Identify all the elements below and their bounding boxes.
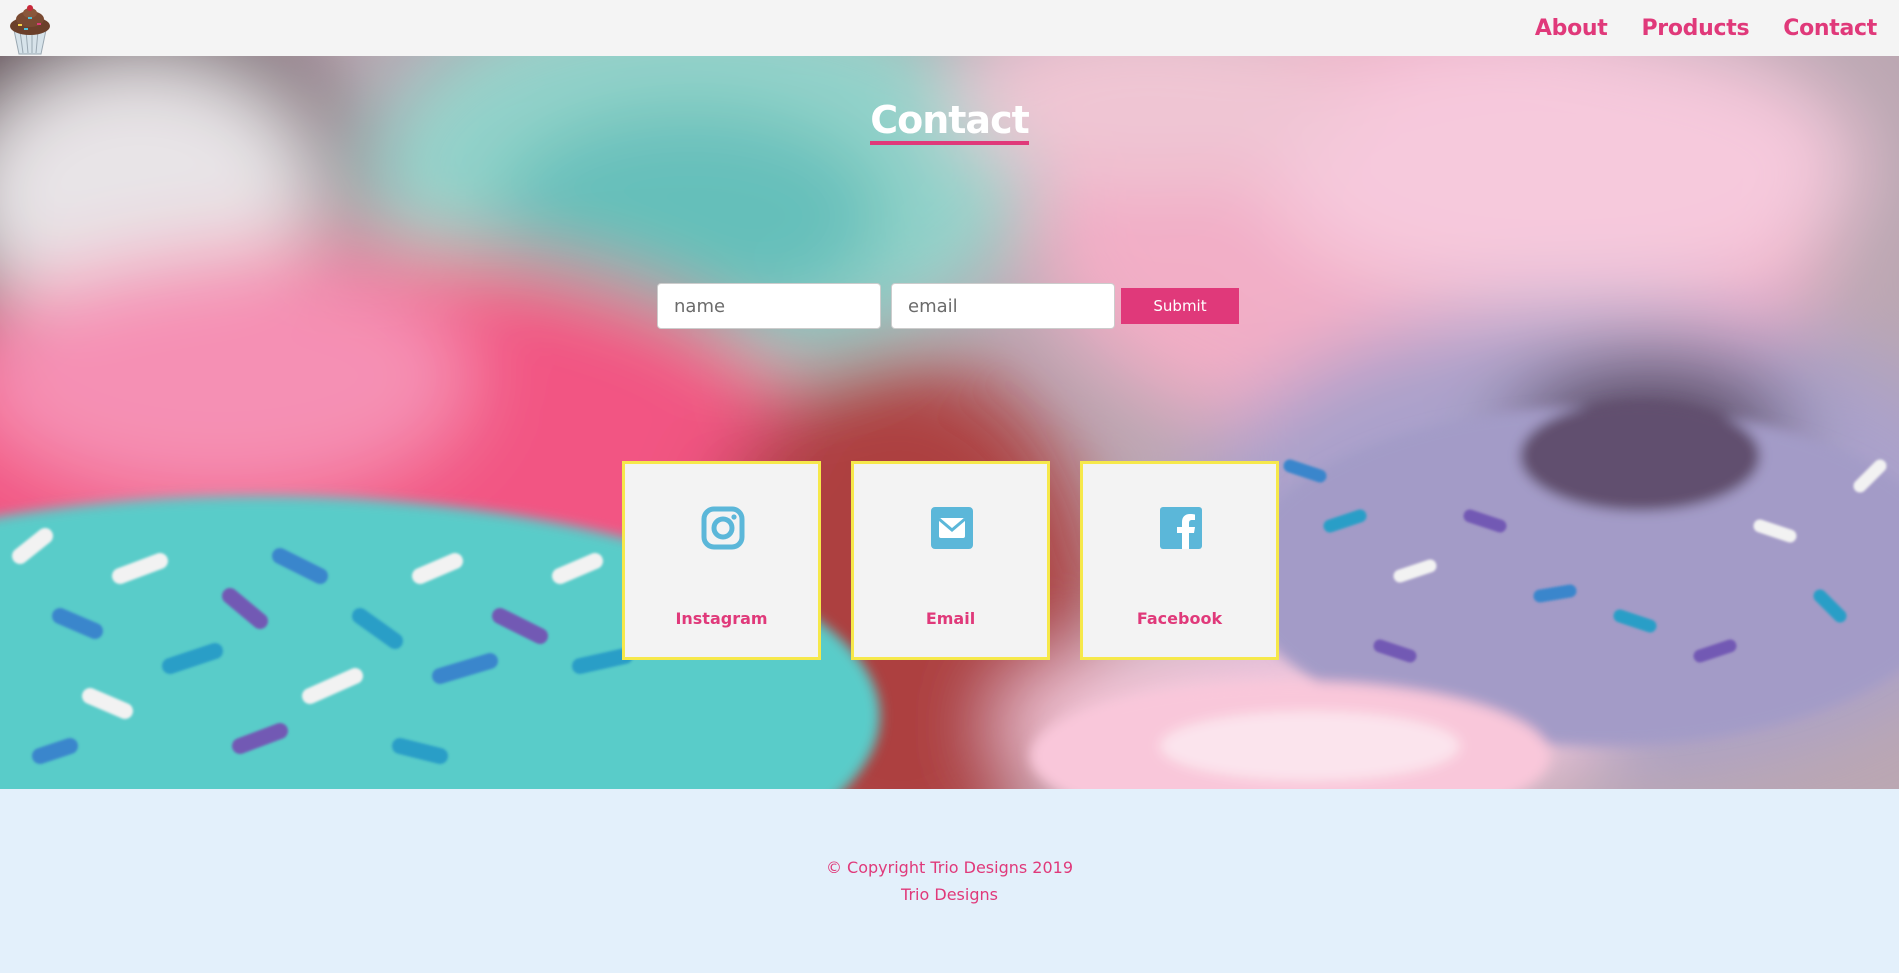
facebook-label: Facebook xyxy=(1136,609,1223,628)
facebook-icon xyxy=(1160,507,1202,549)
facebook-card[interactable]: Facebook xyxy=(1080,461,1279,660)
nav-link-about[interactable]: About xyxy=(1535,16,1608,41)
name-input[interactable] xyxy=(657,283,881,329)
social-cards: Instagram Email Facebook xyxy=(622,461,1279,660)
envelope-icon xyxy=(931,507,973,549)
nav-links: About Products Contact xyxy=(1535,0,1877,56)
instagram-label: Instagram xyxy=(675,609,768,628)
email-label: Email xyxy=(925,609,976,628)
instagram-card[interactable]: Instagram xyxy=(622,461,821,660)
cupcake-icon[interactable] xyxy=(4,4,56,56)
nav-link-contact[interactable]: Contact xyxy=(1783,16,1877,41)
donuts-background-image xyxy=(0,56,1899,789)
top-navbar: About Products Contact xyxy=(0,0,1899,56)
company-name: Trio Designs xyxy=(901,885,998,904)
email-card[interactable]: Email xyxy=(851,461,1050,660)
instagram-icon xyxy=(701,506,745,550)
page-title: Contact xyxy=(0,98,1899,145)
contact-hero: Contact Submit Instagram Email xyxy=(0,56,1899,789)
nav-link-products[interactable]: Products xyxy=(1641,16,1749,41)
footer: © Copyright Trio Designs 2019 Trio Desig… xyxy=(0,789,1899,973)
submit-button[interactable]: Submit xyxy=(1121,288,1239,324)
email-input[interactable] xyxy=(891,283,1115,329)
contact-form: Submit xyxy=(657,283,1239,329)
copyright-text: © Copyright Trio Designs 2019 xyxy=(825,858,1074,877)
